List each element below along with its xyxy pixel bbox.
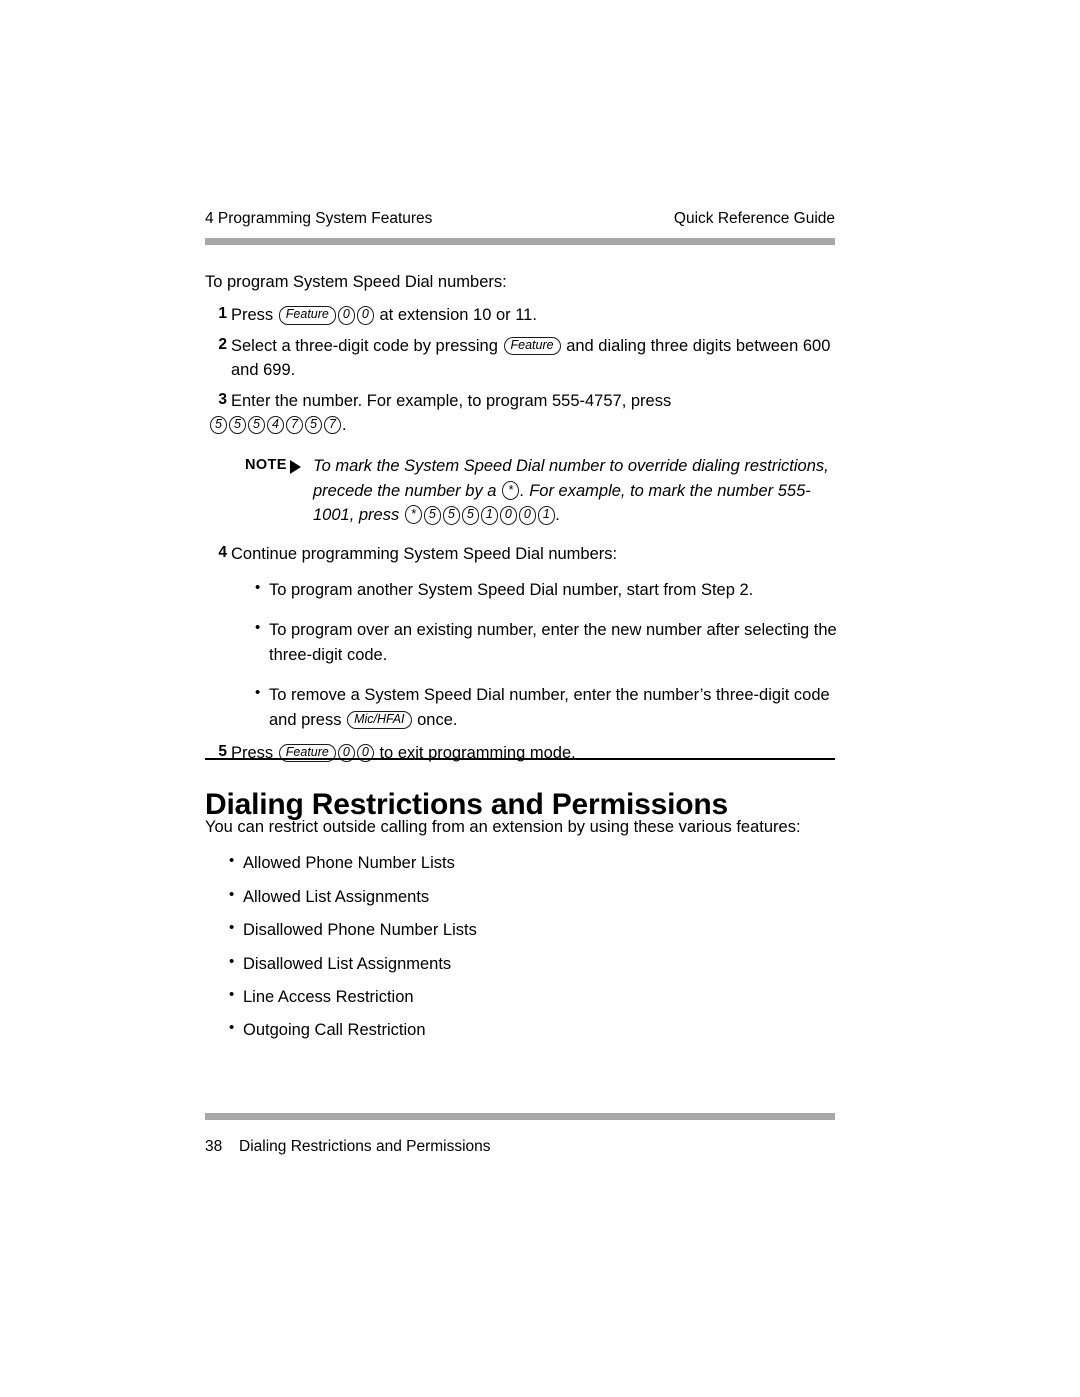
list-item: To program over an existing number, ente… [253,617,845,667]
digit-key: 0 [356,306,374,325]
digit-key: 0 [337,306,355,325]
step-3: 3 Enter the number. For example, to prog… [205,389,845,438]
list-item: Outgoing Call Restriction [227,1017,845,1042]
step-1-text-pre: Press [231,306,274,325]
list-item: To program another System Speed Dial num… [253,577,845,602]
header-left-text: 4 Programming System Features [205,210,433,227]
note-label-text: NOTE [245,457,287,474]
footer-rule [205,1113,835,1120]
feature-5: Outgoing Call Restriction [243,1021,426,1040]
footer-title: Dialing Restrictions and Permissions [239,1138,491,1155]
feature-1: Allowed List Assignments [243,887,430,906]
star-key: * [502,480,520,500]
bullet-1-text: To program another System Speed Dial num… [269,581,754,600]
digit-key: 5 [442,506,460,525]
digit-key: 1 [537,506,555,525]
step-2: 2 Select a three-digit code by pressing … [205,334,845,383]
feature-key: Feature [278,306,336,325]
feature-key: Feature [503,336,561,356]
section-divider [205,758,835,760]
step-1-number: 1 [218,305,227,323]
step-3-text-pre: Enter the number. For example, to progra… [231,391,672,410]
page-footer: 38 Dialing Restrictions and Permissions [205,1138,491,1156]
step-5-number: 5 [218,743,227,761]
note-label-group: NOTE [245,455,301,476]
digit-key: 1 [480,506,498,525]
step-1-text-post: at extension 10 or 11. [379,306,537,325]
section-intro: You can restrict outside calling from an… [205,818,801,836]
note-keys: * 5 5 5 1 0 0 1. [404,503,561,527]
bullet-2-text: To program over an existing number, ente… [269,621,837,664]
digit-key: 7 [324,416,341,435]
digit-key: 0 [518,506,536,525]
feature-0: Allowed Phone Number Lists [243,854,455,873]
step-5-keys: Feature 0 0 [278,741,375,765]
step-2-keys: Feature [503,334,562,358]
feature-2: Disallowed Phone Number Lists [243,921,477,940]
main-content: To program System Speed Dial numbers: 1 … [205,270,845,770]
list-item: Allowed List Assignments [227,884,845,909]
list-item: Allowed Phone Number Lists [227,850,845,875]
section-body: You can restrict outside calling from an… [205,815,845,1052]
step-3-text-post: . [342,416,347,435]
digit-key: 5 [210,416,227,435]
list-item: Line Access Restriction [227,984,845,1009]
step-1: 1 Press Feature 0 0 at extension 10 or 11. [205,303,845,327]
step-1-keys: Feature 0 0 [278,303,375,327]
header-rule [205,238,835,245]
step-3-number: 3 [218,390,227,408]
list-item: Disallowed List Assignments [227,951,845,976]
intro-paragraph: To program System Speed Dial numbers: [205,273,507,291]
step-4-bullet-list: To program another System Speed Dial num… [253,577,845,732]
step-2-text-pre: Select a three-digit code by pressing [231,336,498,355]
digit-key: 4 [267,416,284,435]
digit-key: 7 [286,416,303,435]
note-block: NOTE To mark the System Speed Dial numbe… [205,454,845,527]
step-4: 4 Continue programming System Speed Dial… [205,542,845,566]
step-2-number: 2 [218,335,227,353]
document-page: 4 Programming System Features Quick Refe… [0,0,1080,1397]
step-5: 5 Press Feature 0 0 to exit programming mo… [205,741,845,765]
note-text-3: . [555,506,561,525]
digit-key: 0 [499,506,517,525]
list-item: To remove a System Speed Dial number, en… [253,682,845,732]
note-arrow-icon [289,460,301,475]
list-item: Disallowed Phone Number Lists [227,917,845,942]
digit-key: 5 [248,416,265,435]
mic-hfai-key: Mic/HFAI [347,710,412,729]
step-3-keys: 5554757. [209,413,347,437]
digit-key: 5 [461,506,479,525]
feature-3: Disallowed List Assignments [243,954,452,973]
feature-list: Allowed Phone Number Lists Allowed List … [227,850,845,1042]
bullet-3-text-post: once. [417,710,458,729]
page-number: 38 [205,1138,223,1155]
digit-key: 5 [305,416,322,435]
digit-key: 5 [423,506,441,525]
step-4-text: Continue programming System Speed Dial n… [231,544,618,563]
feature-4: Line Access Restriction [243,988,414,1007]
digit-key: 5 [229,416,246,435]
star-key: * [404,505,422,525]
step-4-number: 4 [218,543,227,561]
header-right-text: Quick Reference Guide [673,210,835,227]
